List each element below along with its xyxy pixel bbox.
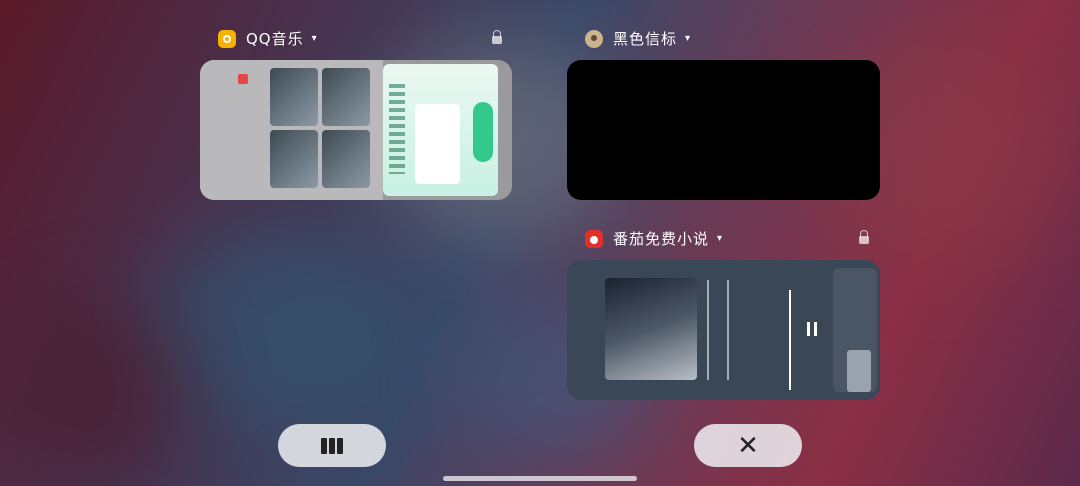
tomato-novel-header[interactable]: 番茄免费小说 ▾ (585, 228, 723, 249)
home-indicator[interactable] (443, 476, 637, 481)
album-thumbnail (270, 68, 318, 126)
chapter-chip (847, 350, 871, 392)
close-icon: ✕ (737, 430, 759, 461)
lock-icon[interactable] (859, 230, 869, 244)
coupon-card (415, 104, 460, 184)
app-title: 黑色信标 (613, 30, 678, 48)
lock-icon[interactable] (492, 30, 502, 44)
black-beacon-preview[interactable] (567, 60, 880, 200)
text-line (727, 280, 729, 380)
progress-slider (789, 290, 791, 390)
vip-expired-popup (383, 64, 498, 196)
chevron-down-icon[interactable]: ▾ (312, 33, 318, 44)
pause-icon (807, 322, 817, 336)
red-badge-icon (238, 74, 248, 84)
album-thumbnail (270, 130, 318, 188)
clear-all-button[interactable]: ✕ (694, 424, 802, 467)
album-thumbnail (322, 130, 370, 188)
chevron-down-icon[interactable]: ▾ (685, 33, 691, 44)
qq-music-content (200, 60, 383, 200)
text-line (707, 280, 709, 380)
black-beacon-header[interactable]: 黑色信标 ▾ (585, 28, 691, 49)
multi-window-icon (321, 437, 343, 454)
book-cover (605, 278, 697, 380)
multi-window-button[interactable] (278, 424, 386, 467)
qq-music-preview[interactable] (200, 60, 512, 200)
qq-music-icon (218, 29, 236, 48)
app-title: QQ音乐 (246, 30, 304, 48)
qq-music-header[interactable]: QQ音乐 ▾ (218, 28, 318, 49)
side-panel (833, 268, 877, 392)
app-title: 番茄免费小说 (613, 230, 710, 248)
popup-text (389, 84, 405, 174)
chevron-down-icon[interactable]: ▾ (717, 233, 723, 244)
background-blur (10, 300, 190, 480)
renew-button (473, 102, 493, 162)
album-thumbnail (322, 68, 370, 126)
tomato-novel-icon (585, 229, 603, 248)
black-beacon-icon (585, 29, 603, 48)
tomato-novel-preview[interactable] (567, 260, 880, 400)
